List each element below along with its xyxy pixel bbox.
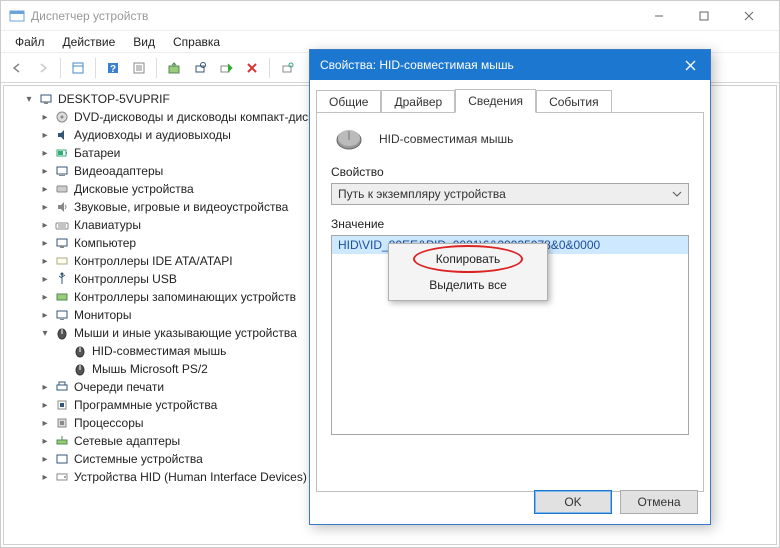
dialog-title: Свойства: HID-совместимая мышь [320, 58, 514, 72]
expand-icon[interactable] [38, 436, 52, 447]
network-icon [54, 433, 70, 449]
monitor-icon [54, 307, 70, 323]
update-driver-button[interactable] [162, 56, 186, 80]
menu-action[interactable]: Действие [55, 33, 124, 51]
print-queue-icon [54, 379, 70, 395]
expand-icon[interactable] [38, 274, 52, 285]
expand-icon[interactable] [38, 418, 52, 429]
dialog-titlebar[interactable]: Свойства: HID-совместимая мышь [310, 50, 710, 80]
audio-icon [54, 127, 70, 143]
show-hide-tree-button[interactable] [66, 56, 90, 80]
menu-view[interactable]: Вид [125, 33, 163, 51]
expand-icon[interactable] [38, 328, 52, 339]
context-copy[interactable]: Копировать [391, 246, 545, 272]
device-large-icon [331, 127, 367, 151]
app-icon [9, 10, 25, 22]
expand-icon[interactable] [38, 400, 52, 411]
software-device-icon [54, 397, 70, 413]
expand-icon[interactable] [38, 130, 52, 141]
context-menu: Копировать Выделить все [388, 243, 548, 301]
battery-icon [54, 145, 70, 161]
cancel-button[interactable]: Отмена [620, 490, 698, 514]
menu-help[interactable]: Справка [165, 33, 228, 51]
tree-root-label: DESKTOP-5VUPRIF [58, 92, 170, 106]
hid-icon [54, 469, 70, 485]
expand-icon[interactable] [38, 238, 52, 249]
help-button[interactable]: ? [101, 56, 125, 80]
property-label: Свойство [331, 165, 689, 179]
expand-icon[interactable] [38, 292, 52, 303]
dialog-close-button[interactable] [670, 51, 710, 80]
display-adapter-icon [54, 163, 70, 179]
tab-general[interactable]: Общие [316, 90, 381, 113]
disk-icon [54, 181, 70, 197]
value-label: Значение [331, 217, 689, 231]
properties-button[interactable] [127, 56, 151, 80]
titlebar: Диспетчер устройств [1, 1, 779, 31]
refresh-button[interactable] [275, 56, 299, 80]
mouse-icon [72, 343, 88, 359]
computer-icon [38, 91, 54, 107]
expand-icon[interactable] [38, 472, 52, 483]
expand-icon[interactable] [38, 184, 52, 195]
mouse-icon [72, 361, 88, 377]
maximize-button[interactable] [681, 1, 726, 30]
chevron-down-icon [672, 191, 682, 197]
forward-button[interactable] [31, 56, 55, 80]
scan-hardware-button[interactable] [188, 56, 212, 80]
expand-icon[interactable] [38, 202, 52, 213]
expand-icon[interactable] [22, 94, 36, 105]
tab-details[interactable]: Сведения [455, 89, 536, 113]
expand-icon[interactable] [38, 148, 52, 159]
storage-controller-icon [54, 289, 70, 305]
expand-icon[interactable] [38, 256, 52, 267]
expand-icon[interactable] [38, 220, 52, 231]
context-select-all[interactable]: Выделить все [391, 272, 545, 298]
expand-icon[interactable] [38, 454, 52, 465]
property-combo[interactable]: Путь к экземпляру устройства [331, 183, 689, 205]
menu-file[interactable]: Файл [7, 33, 53, 51]
tab-row: Общие Драйвер Сведения События [310, 80, 710, 112]
svg-text:?: ? [110, 64, 116, 75]
expand-icon[interactable] [38, 112, 52, 123]
tab-panel-details: HID-совместимая мышь Свойство Путь к экз… [316, 112, 704, 492]
back-button[interactable] [5, 56, 29, 80]
usb-icon [54, 271, 70, 287]
device-name: HID-совместимая мышь [379, 132, 513, 146]
ok-button[interactable]: OK [534, 490, 612, 514]
expand-icon[interactable] [38, 310, 52, 321]
window-title: Диспетчер устройств [31, 9, 148, 23]
system-device-icon [54, 451, 70, 467]
processor-icon [54, 415, 70, 431]
sound-icon [54, 199, 70, 215]
property-combo-value: Путь к экземпляру устройства [338, 187, 506, 201]
enable-device-button[interactable] [214, 56, 238, 80]
keyboard-icon [54, 217, 70, 233]
optical-drive-icon [54, 109, 70, 125]
minimize-button[interactable] [636, 1, 681, 30]
uninstall-button[interactable] [240, 56, 264, 80]
tab-driver[interactable]: Драйвер [381, 90, 455, 113]
expand-icon[interactable] [38, 382, 52, 393]
close-button[interactable] [726, 1, 771, 30]
expand-icon[interactable] [38, 166, 52, 177]
tab-events[interactable]: События [536, 90, 612, 113]
mouse-icon [54, 325, 70, 341]
computer-icon [54, 235, 70, 251]
ide-controller-icon [54, 253, 70, 269]
